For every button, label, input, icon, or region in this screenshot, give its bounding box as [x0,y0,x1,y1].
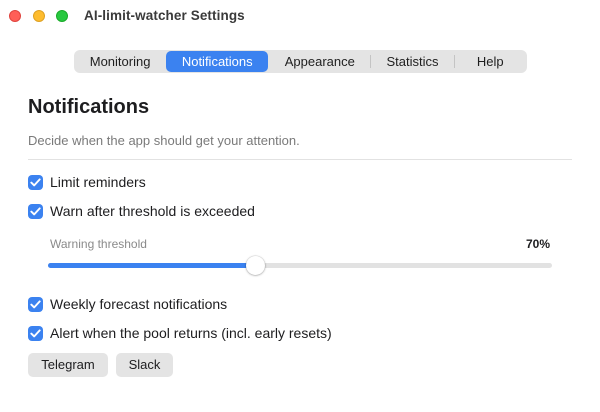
checkmark-icon [30,328,41,337]
limit-reminders-label: Limit reminders [50,174,146,190]
tab-appearance[interactable]: Appearance [269,51,370,72]
telegram-button[interactable]: Telegram [28,353,108,377]
slider-fill [48,263,255,268]
close-icon[interactable] [9,10,21,22]
warn-threshold-checkbox[interactable] [28,203,43,219]
limit-reminders-checkbox[interactable] [28,174,43,190]
limit-reminders-option[interactable]: Limit reminders [28,173,146,191]
weekly-forecast-option[interactable]: Weekly forecast notifications [28,295,227,313]
title-bar: AI-limit-watcher Settings [0,0,600,34]
pool-returns-option[interactable]: Alert when the pool returns (incl. early… [28,324,332,342]
settings-tab-bar: Monitoring Notifications Appearance Stat… [74,50,527,73]
checkmark-icon [30,177,41,186]
tab-notifications[interactable]: Notifications [166,51,269,72]
tab-monitoring[interactable]: Monitoring [75,51,165,72]
window-title: AI-limit-watcher Settings [84,8,245,23]
warning-threshold-slider[interactable] [48,256,552,275]
pool-returns-label: Alert when the pool returns (incl. early… [50,325,332,341]
warning-threshold-label: Warning threshold [50,237,147,251]
warn-threshold-option[interactable]: Warn after threshold is exceeded [28,202,255,220]
section-title: Notifications [28,96,150,118]
slider-thumb[interactable] [245,256,265,275]
checkmark-icon [30,206,41,215]
tab-help[interactable]: Help [455,51,526,72]
zoom-icon[interactable] [56,10,68,22]
settings-window: AI-limit-watcher Settings Monitoring Not… [0,0,600,412]
minimize-icon[interactable] [33,10,45,22]
warning-threshold-value: 70% [525,237,550,251]
warn-threshold-label: Warn after threshold is exceeded [50,203,255,219]
pool-returns-checkbox[interactable] [28,325,43,341]
section-divider [28,159,572,160]
checkmark-icon [30,299,41,308]
section-subtitle: Decide when the app should get your atte… [28,133,300,148]
weekly-forecast-checkbox[interactable] [28,296,43,312]
weekly-forecast-label: Weekly forecast notifications [50,296,228,312]
slack-button[interactable]: Slack [116,353,173,377]
tab-statistics[interactable]: Statistics [371,51,453,72]
